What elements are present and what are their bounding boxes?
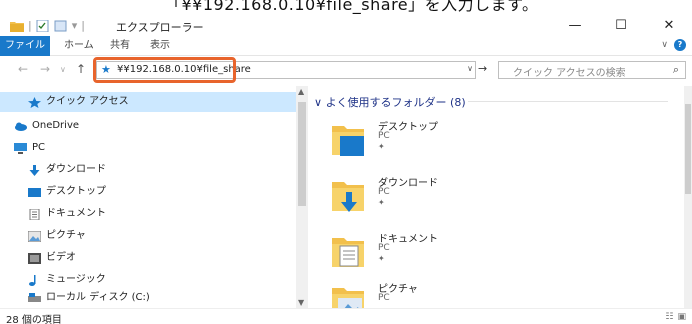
document-icon xyxy=(29,208,40,220)
sidebar-item-pictures[interactable]: ピクチャ xyxy=(28,226,86,246)
sidebar-item-desktop[interactable]: デスクトップ xyxy=(28,182,106,202)
view-switcher: ☷ ▣ xyxy=(665,312,686,322)
tab-home[interactable]: ホーム xyxy=(64,36,94,56)
file-list-pane: ∨ よく使用するフォルダー (8) デスクトップ PC ✦ ダウンロード PC … xyxy=(308,86,692,317)
frequent-folders-header[interactable]: ∨ よく使用するフォルダー (8) xyxy=(314,94,466,110)
folder-location: PC xyxy=(378,187,390,197)
help-icon[interactable]: ? xyxy=(674,39,686,51)
sidebar-item-label: ミュージック xyxy=(46,274,106,285)
chevron-down-icon[interactable]: ∨ xyxy=(314,96,322,109)
new-folder-icon[interactable] xyxy=(54,20,68,32)
sidebar-item-videos[interactable]: ビデオ xyxy=(28,248,76,268)
sidebar-item-label: OneDrive xyxy=(32,120,80,131)
item-count: 28 個の項目 xyxy=(6,315,62,324)
sidebar-item-label: PC xyxy=(32,142,46,153)
folder-item-documents[interactable]: ドキュメント PC ✦ xyxy=(332,230,532,282)
cloud-icon xyxy=(15,122,27,131)
sidebar-item-label: ビデオ xyxy=(46,252,76,263)
large-icons-view-icon[interactable]: ▣ xyxy=(677,312,686,322)
scroll-up-icon[interactable]: ▲ xyxy=(298,87,304,96)
desktop-folder-icon xyxy=(332,126,364,156)
scrollbar-thumb[interactable] xyxy=(685,104,691,194)
toolbar-separator: | xyxy=(81,19,85,32)
pin-icon: ✦ xyxy=(378,198,385,207)
toolbar-separator: | xyxy=(28,19,32,32)
tab-file[interactable]: ファイル xyxy=(0,36,50,56)
desktop-icon xyxy=(28,187,41,197)
folder-item-downloads[interactable]: ダウンロード PC ✦ xyxy=(332,174,532,226)
star-icon xyxy=(28,96,41,108)
sidebar-item-documents[interactable]: ドキュメント xyxy=(28,204,106,224)
tab-view[interactable]: 表示 xyxy=(150,36,170,56)
properties-icon[interactable] xyxy=(36,19,50,32)
navigation-pane: クイック アクセス OneDrive PC ダウンロード デスクトップ ドキュメ… xyxy=(0,86,308,308)
search-input[interactable]: クイック アクセスの検索 xyxy=(513,64,626,79)
picture-icon xyxy=(28,230,41,242)
ribbon-right-controls: ∨ ? xyxy=(661,39,686,51)
sidebar-item-label: デスクトップ xyxy=(46,186,106,197)
back-button[interactable]: ← xyxy=(18,62,28,76)
file-list-scrollbar[interactable] xyxy=(684,86,692,308)
search-icon[interactable]: ⌕ xyxy=(673,63,679,77)
downloads-folder-icon xyxy=(332,182,364,212)
ribbon-tabs: ファイル ホーム 共有 表示 ∨ ? xyxy=(0,36,692,56)
pin-icon: ✦ xyxy=(378,254,385,263)
sidebar-item-label: ドキュメント xyxy=(46,208,106,219)
search-box[interactable]: クイック アクセスの検索 ⌕ xyxy=(498,61,686,79)
caption-text: 「¥¥192.168.0.10¥file_share」を入力します。 xyxy=(165,0,539,14)
disk-icon xyxy=(28,292,41,302)
sidebar-item-onedrive[interactable]: OneDrive xyxy=(14,116,79,136)
minimize-button[interactable]: — xyxy=(552,16,598,36)
forward-button[interactable]: → xyxy=(40,62,50,76)
sidebar-item-label: ピクチャ xyxy=(46,230,86,241)
music-icon xyxy=(29,274,36,286)
group-header-label: よく使用するフォルダー (8) xyxy=(325,96,466,109)
sidebar-item-music[interactable]: ミュージック xyxy=(28,270,106,290)
status-bar: 28 個の項目 ☷ ▣ xyxy=(0,308,692,324)
go-button[interactable]: → xyxy=(478,62,487,75)
sidebar-item-pc[interactable]: PC xyxy=(14,138,45,158)
folder-location: PC xyxy=(378,131,390,141)
documents-folder-icon xyxy=(332,238,364,267)
recent-locations-button[interactable]: ∨ xyxy=(60,65,66,74)
navigation-pane-scrollbar[interactable]: ▲ ▼ xyxy=(296,86,308,308)
computer-icon xyxy=(14,142,27,154)
title-bar: | ▾ | エクスプローラー — ☐ ✕ xyxy=(0,16,692,36)
sidebar-item-local-disk[interactable]: ローカル ディスク (C:) xyxy=(28,288,150,308)
maximize-button[interactable]: ☐ xyxy=(598,16,644,36)
details-view-icon[interactable]: ☷ xyxy=(665,312,673,322)
sidebar-item-label: ローカル ディスク (C:) xyxy=(46,292,150,303)
pin-icon: ✦ xyxy=(378,142,385,151)
scroll-down-icon[interactable]: ▼ xyxy=(298,298,304,307)
sidebar-item-quick-access[interactable]: クイック アクセス xyxy=(0,92,296,112)
up-button[interactable]: ↑ xyxy=(76,62,86,76)
close-button[interactable]: ✕ xyxy=(646,16,692,36)
folder-item-desktop[interactable]: デスクトップ PC ✦ xyxy=(332,118,532,170)
group-divider xyxy=(468,101,668,102)
download-arrow-icon xyxy=(29,164,40,176)
address-highlight-box xyxy=(93,57,236,83)
address-dropdown-button[interactable]: ∨ xyxy=(467,64,473,73)
folder-location: PC xyxy=(378,293,390,303)
folder-icon xyxy=(10,21,24,32)
quick-access-toolbar: | ▾ | xyxy=(10,19,85,32)
sidebar-item-label: クイック アクセス xyxy=(46,96,129,107)
customize-toolbar-icon[interactable]: ▾ xyxy=(72,19,78,32)
tab-share[interactable]: 共有 xyxy=(110,36,130,56)
scrollbar-thumb[interactable] xyxy=(298,102,306,206)
video-icon xyxy=(28,252,41,264)
instruction-caption: 「¥¥192.168.0.10¥file_share」を入力します。 xyxy=(0,0,692,16)
expand-ribbon-button[interactable]: ∨ xyxy=(661,40,668,50)
navigation-bar: ← → ∨ ↑ ★ ¥¥192.168.0.10¥file_share ∨ → … xyxy=(0,56,692,84)
sidebar-item-downloads[interactable]: ダウンロード xyxy=(28,160,106,180)
sidebar-item-label: ダウンロード xyxy=(46,164,106,175)
window-title: エクスプローラー xyxy=(116,21,204,34)
folder-location: PC xyxy=(378,243,390,253)
